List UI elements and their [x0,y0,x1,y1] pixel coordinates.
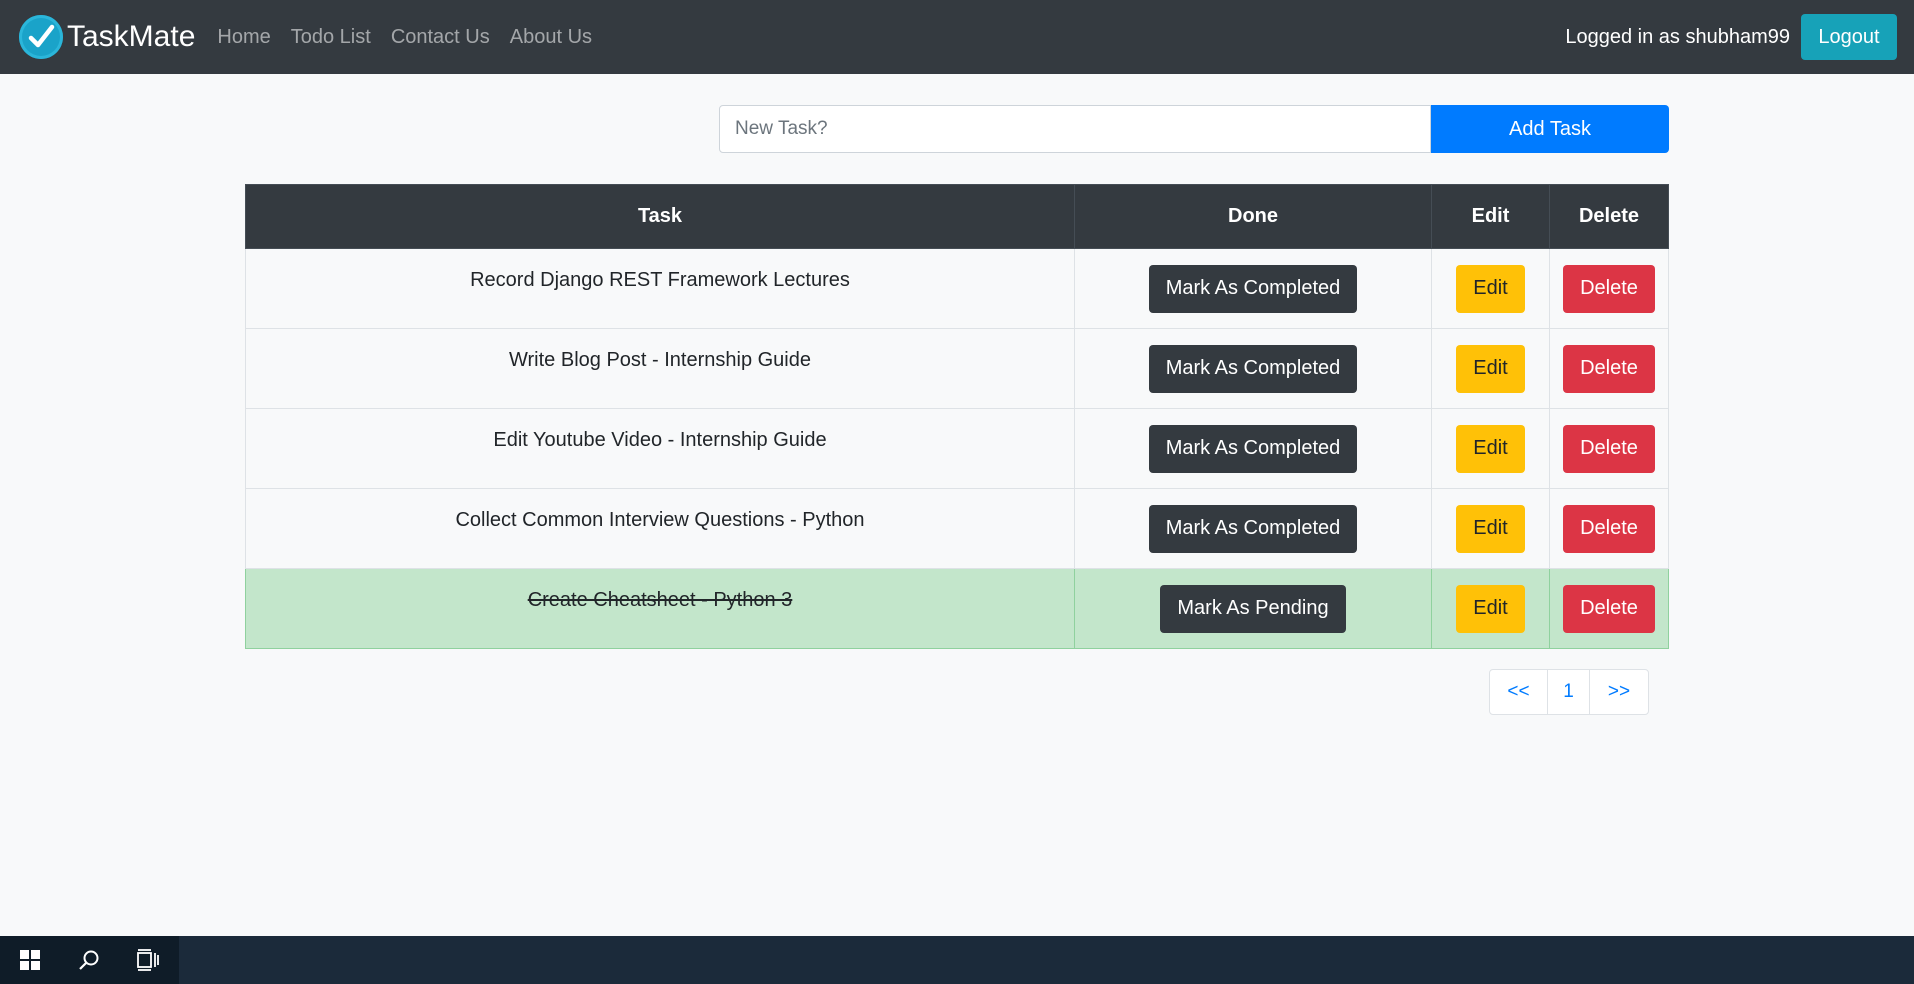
task-text: Edit Youtube Video - Internship Guide [493,429,827,451]
pagination-prev[interactable]: << [1489,669,1548,715]
header-done: Done [1074,184,1432,249]
edit-button[interactable]: Edit [1456,264,1525,313]
os-taskbar [0,936,1914,984]
task-cell: Write Blog Post - Internship Guide [245,328,1075,409]
nav-link-contact-us[interactable]: Contact Us [391,26,490,49]
delete-cell: Delete [1549,328,1669,409]
nav-link-about-us[interactable]: About Us [510,26,592,49]
pagination: << 1 >> [1489,669,1649,715]
nav-link-home[interactable]: Home [217,26,270,49]
mark-completed-button[interactable]: Mark As Completed [1148,264,1358,313]
mark-completed-button[interactable]: Mark As Completed [1148,344,1358,393]
delete-cell: Delete [1549,248,1669,329]
task-cell: Create Cheatsheet - Python 3 [245,568,1075,649]
task-table: Task Done Edit Delete Record Django REST… [245,184,1669,649]
brand[interactable]: TaskMate [19,15,195,59]
brand-name: TaskMate [67,20,196,53]
table-row: Edit Youtube Video - Internship Guide Ma… [245,408,1669,489]
task-text-completed: Create Cheatsheet - Python 3 [527,589,793,611]
delete-cell: Delete [1549,488,1669,569]
task-cell: Edit Youtube Video - Internship Guide [245,408,1075,489]
edit-button[interactable]: Edit [1456,344,1525,393]
task-cell: Record Django REST Framework Lectures [245,248,1075,329]
edit-cell: Edit [1431,568,1550,649]
delete-button[interactable]: Delete [1563,504,1655,553]
table-row: Record Django REST Framework Lectures Ma… [245,248,1669,329]
delete-button[interactable]: Delete [1563,344,1655,393]
edit-cell: Edit [1431,248,1550,329]
new-task-form: Add Task [719,105,1669,153]
nav-user-area: Logged in as shubham99 Logout [1565,14,1897,60]
table-header-row: Task Done Edit Delete [245,184,1669,249]
delete-cell: Delete [1549,568,1669,649]
delete-button[interactable]: Delete [1563,264,1655,313]
table-row: Write Blog Post - Internship Guide Mark … [245,328,1669,409]
mark-completed-button[interactable]: Mark As Completed [1148,504,1358,553]
logout-button[interactable]: Logout [1801,14,1897,60]
nav-link-todo-list[interactable]: Todo List [291,26,371,49]
header-edit: Edit [1431,184,1550,249]
delete-button[interactable]: Delete [1563,424,1655,473]
done-cell: Mark As Completed [1074,488,1432,569]
task-text: Collect Common Interview Questions - Pyt… [455,509,865,531]
edit-button[interactable]: Edit [1456,504,1525,553]
delete-cell: Delete [1549,408,1669,489]
mark-pending-button[interactable]: Mark As Pending [1160,584,1346,633]
header-task: Task [245,184,1075,249]
pagination-next[interactable]: >> [1589,669,1649,715]
edit-cell: Edit [1431,488,1550,569]
table-row: Collect Common Interview Questions - Pyt… [245,488,1669,569]
done-cell: Mark As Completed [1074,248,1432,329]
taskbar-left-group [0,936,179,984]
logged-in-text: Logged in as shubham99 [1565,25,1790,48]
edit-cell: Edit [1431,408,1550,489]
task-text: Record Django REST Framework Lectures [470,269,850,291]
pagination-page-1[interactable]: 1 [1547,669,1590,715]
windows-start-icon[interactable] [0,936,59,984]
new-task-input[interactable] [719,105,1431,153]
mark-completed-button[interactable]: Mark As Completed [1148,424,1358,473]
navbar: TaskMate Home Todo List Contact Us About… [0,0,1914,74]
checkmark-logo-icon [19,15,63,59]
done-cell: Mark As Pending [1074,568,1432,649]
done-cell: Mark As Completed [1074,328,1432,409]
search-icon[interactable] [59,936,118,984]
edit-button[interactable]: Edit [1456,584,1525,633]
edit-button[interactable]: Edit [1456,424,1525,473]
edit-cell: Edit [1431,328,1550,409]
task-cell: Collect Common Interview Questions - Pyt… [245,488,1075,569]
task-view-icon[interactable] [118,936,177,984]
task-text: Write Blog Post - Internship Guide [509,349,811,371]
delete-button[interactable]: Delete [1563,584,1655,633]
table-row-completed: Create Cheatsheet - Python 3 Mark As Pen… [245,568,1669,649]
add-task-button[interactable]: Add Task [1431,105,1669,153]
nav-links: Home Todo List Contact Us About Us [217,26,612,49]
done-cell: Mark As Completed [1074,408,1432,489]
header-delete: Delete [1549,184,1669,249]
